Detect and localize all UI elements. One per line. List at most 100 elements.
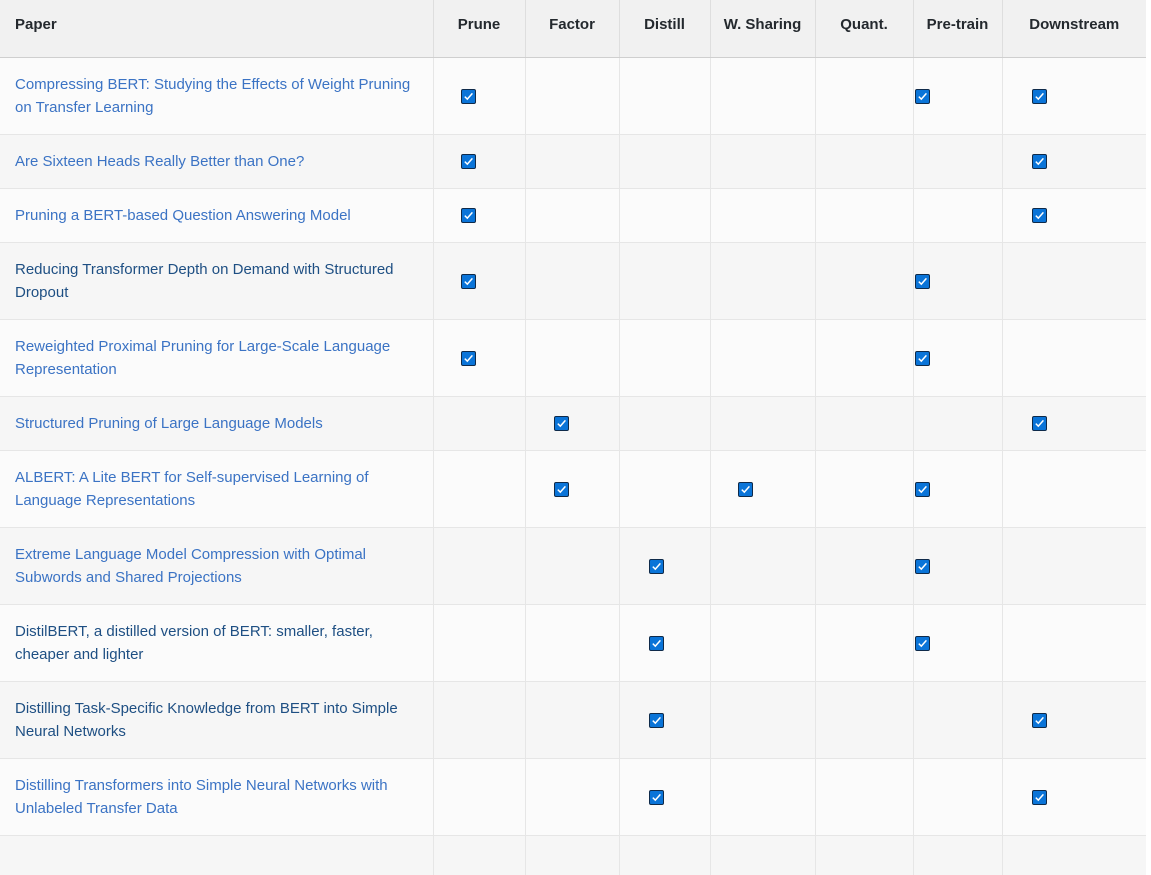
cell-distill: [618, 318, 710, 396]
checkbox-checked-icon[interactable]: [553, 416, 569, 432]
paper-cell: Extreme Language Model Compression with …: [0, 526, 433, 604]
paper-link[interactable]: Reweighted Proximal Pruning for Large-Sc…: [15, 338, 390, 378]
paper-link[interactable]: Compressing BERT: Studying the Effects o…: [15, 76, 410, 116]
cell-quant: [814, 757, 913, 835]
checkmark-icon: [1035, 211, 1044, 220]
cell-pretrain: [912, 318, 1002, 396]
paper-link[interactable]: Structured Pruning of Large Language Mod…: [15, 415, 323, 432]
paper-link[interactable]: Reducing Transformer Depth on Demand wit…: [15, 261, 394, 301]
paper-cell: DistilBERT, a distilled version of BERT:…: [0, 603, 433, 681]
paper-cell: Pruning a BERT-based Question Answering …: [0, 187, 433, 242]
header-factor[interactable]: Factor: [524, 0, 619, 58]
paper-link[interactable]: Are Sixteen Heads Really Better than One…: [15, 153, 304, 170]
checkmark-icon: [741, 485, 750, 493]
cell-distill: [618, 526, 710, 604]
paper-cell: Distilling Task-Specific Knowledge from …: [0, 680, 433, 758]
header-weight-sharing[interactable]: W. Sharing: [709, 0, 815, 58]
cell-factor: [524, 395, 619, 450]
paper-link[interactable]: ALBERT: A Lite BERT for Self-supervised …: [15, 469, 369, 509]
cell-pretrain: [912, 603, 1002, 681]
cell-quant: [814, 318, 913, 396]
paper-cell: Compressing BERT: Studying the Effects o…: [0, 56, 433, 134]
checkmark-icon: [652, 793, 661, 801]
checkbox-checked-icon[interactable]: [649, 558, 664, 574]
checkbox-checked-icon[interactable]: [460, 273, 476, 289]
cell-distill: [618, 449, 710, 527]
checkbox-checked-icon[interactable]: [460, 350, 476, 366]
checkbox-checked-icon[interactable]: [1031, 154, 1047, 170]
cell-prune: [432, 241, 525, 319]
cell-distill: [618, 603, 710, 681]
checkmark-icon: [463, 354, 473, 362]
checkmark-icon: [463, 157, 473, 166]
cell-weight-sharing: [709, 133, 815, 188]
checkbox-checked-icon[interactable]: [738, 481, 753, 497]
cell-factor: [524, 757, 619, 835]
checkbox-checked-icon[interactable]: [915, 481, 930, 497]
cell-weight-sharing: [709, 318, 815, 396]
table-row: DistilBERT, a distilled version of BERT:…: [0, 603, 1146, 681]
cell-downstream: [1001, 133, 1146, 188]
checkbox-checked-icon[interactable]: [553, 481, 569, 497]
table-row: Reducing Transformer Depth on Demand wit…: [0, 241, 1146, 319]
checkbox-checked-icon[interactable]: [915, 350, 930, 366]
checkmark-icon: [1035, 793, 1044, 801]
checkbox-checked-icon[interactable]: [649, 789, 664, 805]
empty-cell: [0, 834, 433, 875]
cell-prune: [432, 680, 525, 758]
header-paper[interactable]: Paper: [0, 0, 433, 58]
checkbox-checked-icon[interactable]: [649, 635, 664, 651]
checkbox-checked-icon[interactable]: [1031, 416, 1047, 432]
checkbox-checked-icon[interactable]: [915, 558, 930, 574]
checkbox-checked-icon[interactable]: [1031, 208, 1047, 224]
cell-downstream: [1001, 680, 1146, 758]
cell-weight-sharing: [709, 56, 815, 134]
cell-prune: [432, 395, 525, 450]
empty-cell: [618, 834, 710, 875]
cell-prune: [432, 318, 525, 396]
checkbox-checked-icon[interactable]: [460, 208, 476, 224]
paper-link[interactable]: Distilling Transformers into Simple Neur…: [15, 777, 388, 817]
paper-link[interactable]: Extreme Language Model Compression with …: [15, 546, 366, 586]
cell-distill: [618, 133, 710, 188]
cell-factor: [524, 449, 619, 527]
cell-pretrain: [912, 449, 1002, 527]
table-row: Extreme Language Model Compression with …: [0, 526, 1146, 604]
checkbox-checked-icon[interactable]: [1031, 88, 1047, 104]
cell-factor: [524, 56, 619, 134]
cell-distill: [618, 680, 710, 758]
cell-prune: [432, 56, 525, 134]
checkbox-checked-icon[interactable]: [915, 273, 930, 289]
header-quant[interactable]: Quant.: [814, 0, 913, 58]
header-prune[interactable]: Prune: [432, 0, 525, 58]
cell-quant: [814, 56, 913, 134]
cell-downstream: [1001, 56, 1146, 134]
paper-link[interactable]: DistilBERT, a distilled version of BERT:…: [15, 623, 373, 663]
checkmark-icon: [918, 562, 927, 570]
table-row: [0, 834, 1146, 875]
checkbox-checked-icon[interactable]: [915, 635, 930, 651]
cell-pretrain: [912, 241, 1002, 319]
paper-link[interactable]: Pruning a BERT-based Question Answering …: [15, 207, 351, 224]
cell-downstream: [1001, 395, 1146, 450]
paper-cell: Are Sixteen Heads Really Better than One…: [0, 133, 433, 188]
checkmark-icon: [1035, 92, 1044, 100]
cell-weight-sharing: [709, 680, 815, 758]
table-row: ALBERT: A Lite BERT for Self-supervised …: [0, 449, 1146, 527]
paper-link[interactable]: Distilling Task-Specific Knowledge from …: [15, 700, 398, 740]
checkbox-checked-icon[interactable]: [460, 88, 476, 104]
checkbox-checked-icon[interactable]: [915, 88, 930, 104]
header-distill[interactable]: Distill: [618, 0, 710, 58]
cell-quant: [814, 133, 913, 188]
cell-weight-sharing: [709, 526, 815, 604]
checkbox-checked-icon[interactable]: [1031, 712, 1047, 728]
checkmark-icon: [652, 639, 661, 647]
checkbox-checked-icon[interactable]: [460, 154, 476, 170]
cell-pretrain: [912, 526, 1002, 604]
header-downstream[interactable]: Downstream: [1001, 0, 1146, 58]
cell-factor: [524, 241, 619, 319]
cell-weight-sharing: [709, 757, 815, 835]
checkbox-checked-icon[interactable]: [649, 712, 664, 728]
checkbox-checked-icon[interactable]: [1031, 789, 1047, 805]
header-pretrain[interactable]: Pre-train: [912, 0, 1002, 58]
